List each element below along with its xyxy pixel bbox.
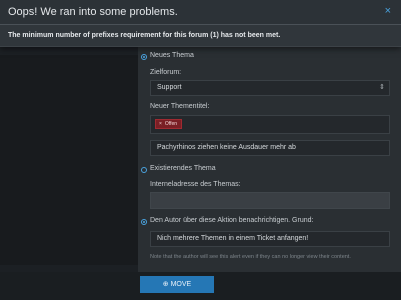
reason-value: Nich mehrere Themen in einem Ticket anfa… bbox=[157, 235, 309, 242]
target-forum-select[interactable]: Support ⇕ bbox=[150, 80, 390, 96]
thread-title-value: Pachyrhinos ziehen keine Ausdauer mehr a… bbox=[157, 144, 296, 151]
remove-prefix-icon[interactable]: × bbox=[159, 121, 162, 127]
error-message: The minimum number of prefixes requireme… bbox=[8, 32, 281, 39]
existing-thread-radio[interactable] bbox=[141, 167, 147, 173]
error-title: Oops! We ran into some problems. bbox=[8, 6, 178, 18]
thread-title-input[interactable]: Pachyrhinos ziehen keine Ausdauer mehr a… bbox=[150, 140, 390, 156]
select-arrows-icon: ⇕ bbox=[379, 84, 385, 91]
close-icon[interactable]: × bbox=[385, 5, 391, 17]
prefix-tag[interactable]: × Offen bbox=[155, 119, 183, 129]
reason-input[interactable]: Nich mehrere Themen in einem Ticket anfa… bbox=[150, 231, 390, 247]
new-title-label: Neuer Thementitel: bbox=[150, 103, 210, 110]
error-dialog: Oops! We ran into some problems. × The m… bbox=[0, 0, 401, 47]
author-note: Note that the author will see this alert… bbox=[150, 254, 351, 260]
notify-author-label: Den Autor über diese Aktion benachrichti… bbox=[150, 217, 314, 224]
prefix-select[interactable] bbox=[150, 115, 390, 134]
thread-url-input[interactable] bbox=[150, 192, 390, 209]
left-panel bbox=[0, 55, 138, 265]
target-forum-label: Zielforum: bbox=[150, 69, 182, 76]
thread-url-label: Interneladresse des Themas: bbox=[150, 181, 241, 188]
notify-author-checkbox[interactable] bbox=[141, 219, 147, 225]
new-thread-radio[interactable] bbox=[141, 54, 147, 60]
new-thread-label: Neues Thema bbox=[150, 52, 194, 59]
move-button[interactable]: ⊕ MOVE bbox=[140, 276, 214, 293]
existing-thread-label: Existierendes Thema bbox=[150, 165, 216, 172]
target-forum-value: Support bbox=[157, 84, 182, 91]
error-dialog-header: Oops! We ran into some problems. × bbox=[0, 0, 401, 25]
prefix-tag-label: Offen bbox=[164, 121, 178, 127]
